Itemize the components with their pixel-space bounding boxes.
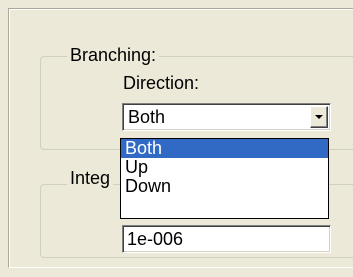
tolerance-input[interactable]: 1e-006 [122, 225, 331, 253]
dropdown-option-down[interactable]: Down [121, 177, 328, 196]
direction-dropdown-list: Both Up Down [120, 138, 329, 219]
dropdown-option-both[interactable]: Both [121, 139, 328, 158]
dropdown-option-up[interactable]: Up [121, 158, 328, 177]
tolerance-input-value: 1e-006 [127, 229, 184, 249]
branching-legend: Branching: [67, 45, 160, 65]
direction-label: Direction: [123, 73, 200, 93]
direction-combobox[interactable]: Both [122, 103, 331, 131]
chevron-down-icon [315, 115, 323, 119]
direction-combobox-value: Both [128, 107, 166, 127]
integ-legend: Integ [67, 168, 114, 188]
direction-dropdown-button[interactable] [310, 106, 328, 128]
